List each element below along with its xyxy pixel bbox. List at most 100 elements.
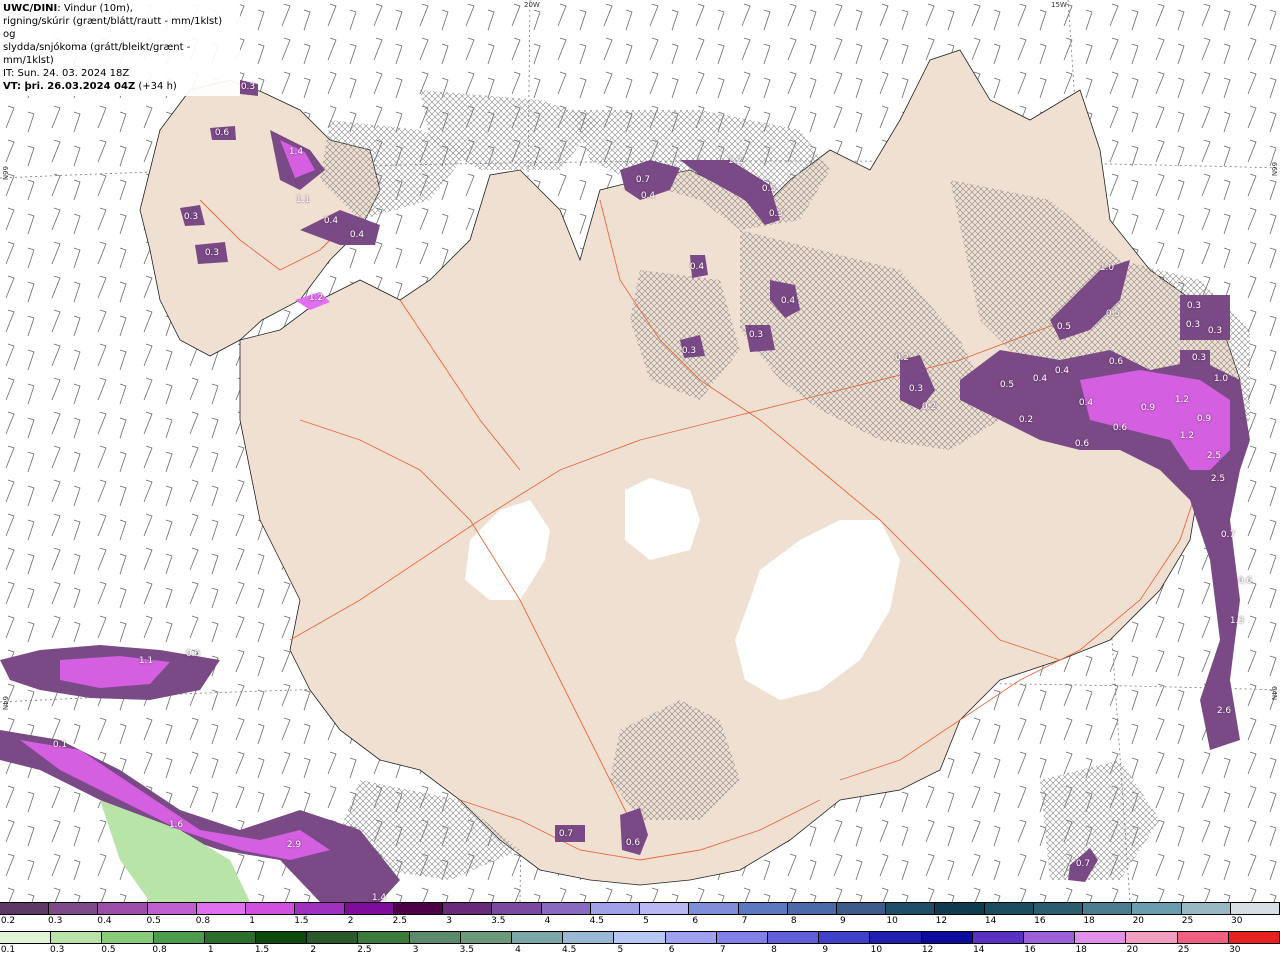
precip-label: 0.4 [780,296,796,306]
rain-tick-label: 8 [771,945,777,955]
rain-swatch [1228,932,1280,943]
precip-label: 2.5 [1206,451,1222,461]
precip-label: 0.7 [558,829,574,839]
rain-tick-label: 25 [1177,945,1190,955]
rain-swatch [512,932,564,943]
forecast-info-box: UWC/DINI: Vindur (10m), rigning/skúrir (… [0,0,240,96]
rain-swatch [0,932,52,943]
precip-label: 1.2 [727,156,743,166]
snow-tick-label: 0.2 [0,916,16,926]
info-desc: : Vindur (10m), [57,3,133,14]
precip-label: 0.4 [1032,374,1048,384]
precip-label: 1.6 [168,820,184,830]
rain-tick-label: 3.5 [459,945,474,955]
precip-label: 0.5 [761,184,777,194]
rain-tick-label: 1 [207,945,214,955]
precip-label: 0.3 [240,82,256,92]
coord-label: 66N [1270,162,1278,177]
snow-tick-label: 16 [1034,916,1046,926]
rain-swatch [358,932,410,943]
precip-label: 0.6 [185,649,201,659]
precip-label: 1.2 [1174,395,1190,405]
rain-swatch [563,932,615,943]
rain-swatch [256,932,308,943]
rain-tick-label: 20 [1126,945,1139,955]
rain-swatch [1126,932,1178,943]
rain-scale-ticks: 0.1 0.3 0.5 0.8 1 1.5 2 2.5 3 3.5 4 4.5 5 6 7 8 9 10 12 14 1… [0,944,1280,958]
model-name: UWC/DINI [3,3,58,14]
rain-tick-label: 10 [870,945,883,955]
precip-label: 0.4 [323,216,339,226]
precip-label: 2.9 [286,840,302,850]
snow-swatch [787,903,837,914]
snow-tick-label: 12 [935,916,948,926]
precip-label: 0.3 [1207,326,1223,336]
snow-tick-label: 0.4 [97,916,112,926]
precip-label: 0.7 [1220,530,1236,540]
rain-swatch [768,932,820,943]
snow-swatch [1033,903,1084,914]
info-desc: slydda/snjókoma (grátt/bleikt/grænt - mm… [3,42,191,66]
snow-tick-label: 9 [840,916,846,926]
rain-swatch [870,932,922,943]
precip-label: 0.5 [999,380,1015,390]
precip-label: 1.1 [295,195,311,205]
snow-scale-ticks: 0.2 0.3 0.4 0.5 0.8 1 1.5 2 2.5 3 3.5 4 4.5 5 6 7 8 9 10 12… [0,915,1280,929]
coord-label: 64N [1,696,9,711]
rain-tick-label: 12 [921,945,934,955]
snow-swatch [935,903,985,914]
rain-swatch [307,932,359,943]
snow-swatch [147,903,197,914]
rain-tick-label: 9 [822,945,829,955]
rain-tick-label: 7 [719,945,726,955]
coord-label: 66N [1,166,9,181]
precip-label: 0.6 [1237,576,1253,586]
rain-swatch [1177,932,1229,943]
snow-scale-bar [0,902,1280,915]
precip-label: 0.1 [52,740,68,750]
rain-scale-bar [0,931,1280,944]
rain-swatch [972,932,1025,943]
snow-swatch [984,903,1034,914]
rain-swatch [460,932,513,943]
precip-label: 0.4 [1078,398,1094,408]
snow-tick-label: 5 [643,916,649,926]
precip-label: 0.2 [894,353,910,363]
snow-tick-label: 14 [984,916,997,926]
coord-label: 20W [524,1,540,9]
rain-color-scale: 0.1 0.3 0.5 0.8 1 1.5 2 2.5 3 3.5 4 4.5 5 6 7 8 9 10 12 14 1… [0,931,1280,960]
snow-tick-label: 3.5 [491,916,506,926]
snow-tick-label: 0.3 [48,916,63,926]
snow-tick-label: 6 [692,916,699,926]
snow-tick-label: 1.5 [294,916,309,926]
precip-label: 0.6 [1112,423,1128,433]
snow-tick-label: 10 [886,916,898,926]
snow-tick-label: 0.5 [146,916,161,926]
init-time: IT: Sun. 24. 03. 2024 18Z [3,68,130,79]
snow-tick-label: 18 [1083,916,1095,926]
snow-tick-label: 4 [544,916,551,926]
coord-label: 64N [1270,686,1278,701]
rain-swatch [921,932,973,943]
snow-swatch [1230,903,1280,914]
snow-swatch [393,903,444,914]
weather-map-screen: 20W 15W 66N 66N 64N 64N 0.3 0.6 1.4 0.3 … [0,0,1280,960]
precip-label: 0.3 [768,209,784,219]
snow-tick-label: 30 [1231,916,1243,926]
rain-swatch [204,932,257,943]
snow-tick-label: 8 [790,916,797,926]
precip-label: 0.9 [1196,414,1212,424]
precip-label: 0.3 [204,248,220,258]
precip-label: 1.1 [138,656,154,666]
snow-swatch [196,903,247,914]
info-desc: rigning/skúrir (grænt/blátt/rautt - mm/1… [3,16,223,40]
rain-tick-label: 2 [310,945,317,955]
rain-tick-label: 0.5 [101,945,116,955]
snow-swatch [443,903,493,914]
precip-label: 0.3 [908,384,924,394]
precip-label: 0.6 [1074,439,1090,449]
precip-label: 0.6 [214,128,230,138]
rain-tick-label: 1.5 [254,945,270,955]
precip-label: 0.3 [183,212,199,222]
rain-tick-label: 5 [617,945,624,955]
